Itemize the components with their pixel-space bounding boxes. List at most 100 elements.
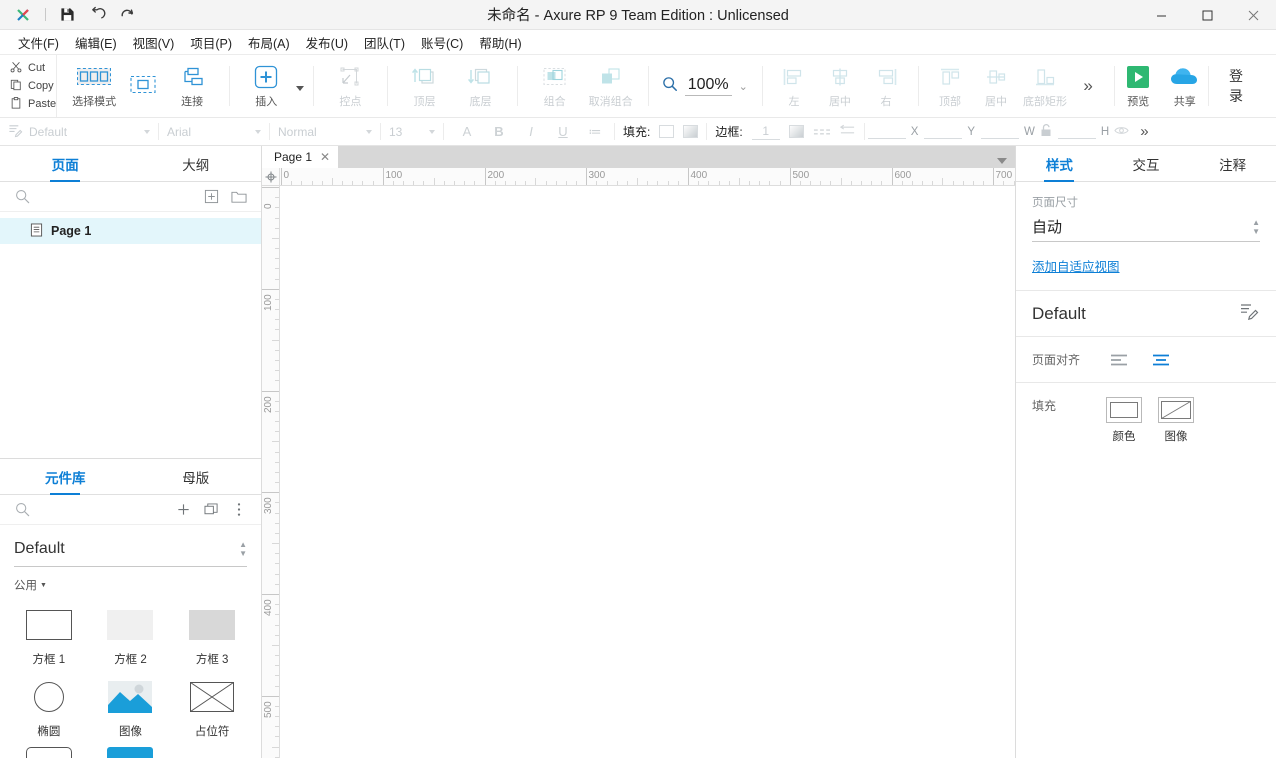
connect-button[interactable]: 连接: [164, 55, 220, 117]
group-button[interactable]: 组合: [527, 55, 583, 117]
fill-color-option[interactable]: 颜色: [1106, 397, 1142, 444]
page-align-left-button[interactable]: [1106, 349, 1132, 371]
arrow-style-icon[interactable]: [839, 124, 856, 139]
widget-item-ellipse[interactable]: 椭圆: [8, 671, 90, 743]
style-picker[interactable]: Default: [0, 118, 158, 145]
font-picker[interactable]: Arial: [159, 118, 269, 145]
bullet-list-button[interactable]: ≔: [584, 124, 606, 140]
tab-outline[interactable]: 大纲: [131, 146, 262, 181]
library-selector[interactable]: Default ▲ ▼: [14, 531, 247, 567]
align-top-button[interactable]: 顶部: [927, 55, 973, 117]
widget-item-image[interactable]: 图像: [90, 671, 172, 743]
widget-item-partial-b[interactable]: [90, 743, 172, 758]
size-caret-down-icon[interactable]: [429, 130, 435, 134]
fill-image-option[interactable]: 图像: [1158, 397, 1194, 444]
lock-aspect-icon[interactable]: [1040, 124, 1052, 140]
close-button[interactable]: [1230, 0, 1276, 30]
tab-pages[interactable]: 页面: [0, 146, 131, 181]
canvas-tabs-dropdown-icon[interactable]: [997, 158, 1007, 164]
weight-caret-down-icon[interactable]: [366, 130, 372, 134]
menu-file[interactable]: 文件(F): [10, 30, 67, 55]
maximize-button[interactable]: [1184, 0, 1230, 30]
add-page-icon[interactable]: [201, 187, 221, 207]
select-mode-button[interactable]: 选择模式: [66, 55, 122, 117]
copy-button[interactable]: Copy: [10, 78, 56, 95]
share-button[interactable]: 共享: [1162, 55, 1209, 117]
menu-account[interactable]: 账号(C): [413, 30, 471, 55]
duplicate-library-icon[interactable]: [201, 500, 221, 520]
canvas-tab-page1[interactable]: Page 1 ✕: [262, 146, 338, 168]
insert-dropdown-caret-icon[interactable]: [296, 86, 304, 91]
paste-button[interactable]: Paste: [10, 96, 56, 113]
design-canvas[interactable]: [280, 186, 1015, 758]
align-middle-button[interactable]: 居中: [973, 55, 1019, 117]
library-more-options-icon[interactable]: [229, 500, 249, 520]
w-input[interactable]: [981, 124, 1019, 139]
undo-icon[interactable]: [83, 3, 111, 27]
horizontal-ruler[interactable]: 0100200300400500600700: [280, 168, 1015, 186]
border-style-icon[interactable]: [813, 125, 830, 139]
page-align-center-button[interactable]: [1148, 349, 1174, 371]
edit-style-icon[interactable]: [1240, 302, 1260, 325]
format-overflow-button[interactable]: »: [1132, 118, 1156, 145]
tab-interactions[interactable]: 交互: [1103, 146, 1190, 181]
italic-button[interactable]: I: [520, 124, 542, 139]
add-library-icon[interactable]: [173, 500, 193, 520]
align-bottom-button[interactable]: 底部矩形: [1019, 55, 1071, 117]
menu-publish[interactable]: 发布(U): [298, 30, 356, 55]
zoom-chevron-down-icon[interactable]: ⌄: [739, 80, 748, 93]
page-size-stepper-icon[interactable]: ▲ ▼: [1252, 219, 1260, 235]
menu-project[interactable]: 项目(P): [182, 30, 240, 55]
login-button[interactable]: 登录: [1209, 55, 1276, 117]
library-stepper-icon[interactable]: ▲ ▼: [239, 541, 247, 557]
font-weight-picker[interactable]: Normal: [270, 118, 380, 145]
close-icon[interactable]: ✕: [320, 150, 330, 164]
toolbar-overflow-button[interactable]: »: [1071, 76, 1105, 96]
widget-item-partial-c[interactable]: [171, 743, 253, 758]
minimize-button[interactable]: [1138, 0, 1184, 30]
menu-help[interactable]: 帮助(H): [471, 30, 529, 55]
ungroup-button[interactable]: 取消组合: [583, 55, 639, 117]
font-size-picker[interactable]: 13: [381, 118, 443, 145]
preview-button[interactable]: 预览: [1115, 55, 1162, 117]
h-input[interactable]: [1058, 124, 1096, 139]
add-adaptive-view-link[interactable]: 添加自适应视图: [1032, 256, 1120, 275]
cut-button[interactable]: Cut: [10, 60, 56, 77]
tab-style[interactable]: 样式: [1016, 146, 1103, 181]
add-folder-icon[interactable]: [229, 187, 249, 207]
insert-button[interactable]: 插入: [238, 55, 294, 117]
select-mode-alt-button[interactable]: [122, 55, 164, 117]
fill-gradient-swatch[interactable]: [683, 125, 698, 138]
menu-edit[interactable]: 编辑(E): [67, 30, 125, 55]
ruler-origin-button[interactable]: [262, 168, 280, 186]
handles-button[interactable]: 控点: [322, 55, 378, 117]
x-input[interactable]: [868, 124, 906, 139]
fill-color-swatch[interactable]: [659, 125, 674, 138]
vertical-ruler[interactable]: 0100200300400500: [262, 186, 280, 758]
border-color-swatch[interactable]: [789, 125, 804, 138]
save-icon[interactable]: [53, 3, 81, 27]
align-right-button[interactable]: 右: [863, 55, 909, 117]
widget-item-partial-a[interactable]: [8, 743, 90, 758]
tab-widget-library[interactable]: 元件库: [0, 459, 131, 494]
page-size-select[interactable]: 自动 ▲ ▼: [1032, 216, 1260, 242]
menu-team[interactable]: 团队(T): [356, 30, 413, 55]
visibility-eye-icon[interactable]: [1114, 125, 1129, 139]
menu-view[interactable]: 视图(V): [125, 30, 183, 55]
zoom-control[interactable]: 100% ⌄: [648, 55, 762, 117]
zoom-value[interactable]: 100%: [685, 76, 732, 96]
widget-item-box1[interactable]: 方框 1: [8, 599, 90, 671]
underline-button[interactable]: U: [552, 124, 574, 139]
h-field[interactable]: H: [1055, 118, 1132, 145]
w-field[interactable]: W: [978, 118, 1055, 145]
font-caret-down-icon[interactable]: [255, 130, 261, 134]
tab-notes[interactable]: 注释: [1189, 146, 1276, 181]
border-width-input[interactable]: 1: [752, 124, 780, 140]
send-to-back-button[interactable]: 底层: [452, 55, 508, 117]
widget-item-box2[interactable]: 方框 2: [90, 599, 172, 671]
widget-item-box3[interactable]: 方框 3: [171, 599, 253, 671]
search-icon[interactable]: [12, 187, 32, 207]
tab-masters[interactable]: 母版: [131, 459, 262, 494]
y-field[interactable]: Y: [921, 118, 978, 145]
align-left-button[interactable]: 左: [771, 55, 817, 117]
